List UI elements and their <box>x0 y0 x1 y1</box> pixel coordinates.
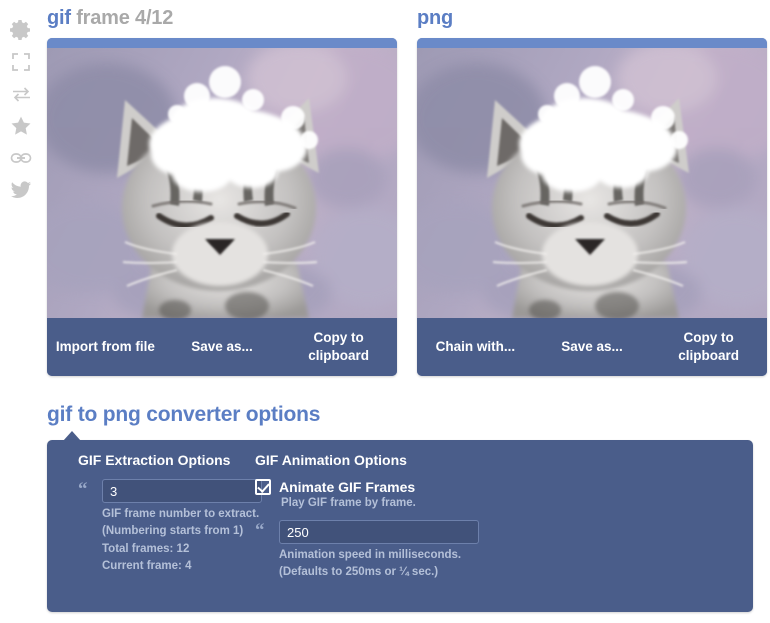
gif-extraction-options-column: GIF Extraction Options “ GIF frame numbe… <box>78 452 278 576</box>
fullscreen-icon[interactable] <box>7 48 35 76</box>
png-save-as-button[interactable]: Save as... <box>534 338 651 356</box>
options-panel: GIF Extraction Options “ GIF frame numbe… <box>47 440 753 612</box>
star-icon[interactable] <box>7 112 35 140</box>
hint-line: (Defaults to 250ms or ¼ sec.) <box>279 566 439 579</box>
png-card-format-label: png <box>417 7 454 29</box>
animation-speed-field-row: “ <box>255 520 535 544</box>
gif-copy-to-clipboard-button[interactable]: Copy to clipboard <box>280 329 397 365</box>
gif-card-frame-label: frame 4/12 <box>70 7 174 29</box>
gif-save-as-button[interactable]: Save as... <box>164 338 281 356</box>
gif-card-title: gif frame 4/12 <box>47 7 173 30</box>
png-card: Chain with... Save as... Copy to clipboa… <box>417 38 767 376</box>
twitter-icon[interactable] <box>7 176 35 204</box>
hint-line: Total frames: 12 <box>102 542 190 555</box>
options-section-title: gif to png converter options <box>47 403 321 426</box>
gear-icon[interactable] <box>7 16 35 44</box>
animate-gif-frames-row[interactable]: Animate GIF Frames <box>255 479 535 495</box>
quote-icon: “ <box>78 478 88 500</box>
link-icon[interactable] <box>7 144 35 172</box>
chain-with-button[interactable]: Chain with... <box>417 338 534 356</box>
frame-number-input[interactable] <box>102 479 262 503</box>
gif-animation-options-heading: GIF Animation Options <box>255 452 407 468</box>
png-copy-to-clipboard-button[interactable]: Copy to clipboard <box>650 329 767 365</box>
gif-card-topbar <box>47 38 397 48</box>
hint-line: (Numbering starts from 1) <box>102 525 244 538</box>
animation-speed-input[interactable] <box>279 520 479 544</box>
png-card-actions: Chain with... Save as... Copy to clipboa… <box>417 318 767 376</box>
gif-card: Import from file Save as... Copy to clip… <box>47 38 397 376</box>
animate-gif-frames-checkbox[interactable] <box>255 479 271 495</box>
animate-gif-frames-label: Animate GIF Frames <box>279 479 416 495</box>
swap-arrows-icon[interactable] <box>7 80 35 108</box>
gif-card-format-label: gif <box>47 7 71 29</box>
import-from-file-button[interactable]: Import from file <box>47 338 164 356</box>
gif-card-actions: Import from file Save as... Copy to clip… <box>47 318 397 376</box>
page-root: gif frame 4/12 png Import from file Save… <box>0 0 770 623</box>
animate-gif-frames-hint: Play GIF frame by frame. <box>281 497 416 509</box>
animation-speed-hints: Animation speed in milliseconds. (Defaul… <box>279 547 535 582</box>
frame-number-field-row: “ <box>78 479 278 503</box>
hint-line: Animation speed in milliseconds. <box>279 549 462 561</box>
hint-line: Current frame: 4 <box>102 560 192 573</box>
png-card-topbar <box>417 38 767 48</box>
png-card-title: png <box>417 7 453 30</box>
gif-extraction-options-heading: GIF Extraction Options <box>78 452 231 468</box>
gif-preview-image[interactable] <box>47 48 397 318</box>
left-icon-rail <box>0 0 43 623</box>
png-preview-image[interactable] <box>417 48 767 318</box>
hint-line: GIF frame number to extract. <box>102 508 260 520</box>
quote-icon: “ <box>255 519 265 541</box>
gif-animation-options-column: GIF Animation Options Animate GIF Frames… <box>255 452 535 582</box>
frame-number-hints: GIF frame number to extract. (Numbering … <box>102 506 278 576</box>
